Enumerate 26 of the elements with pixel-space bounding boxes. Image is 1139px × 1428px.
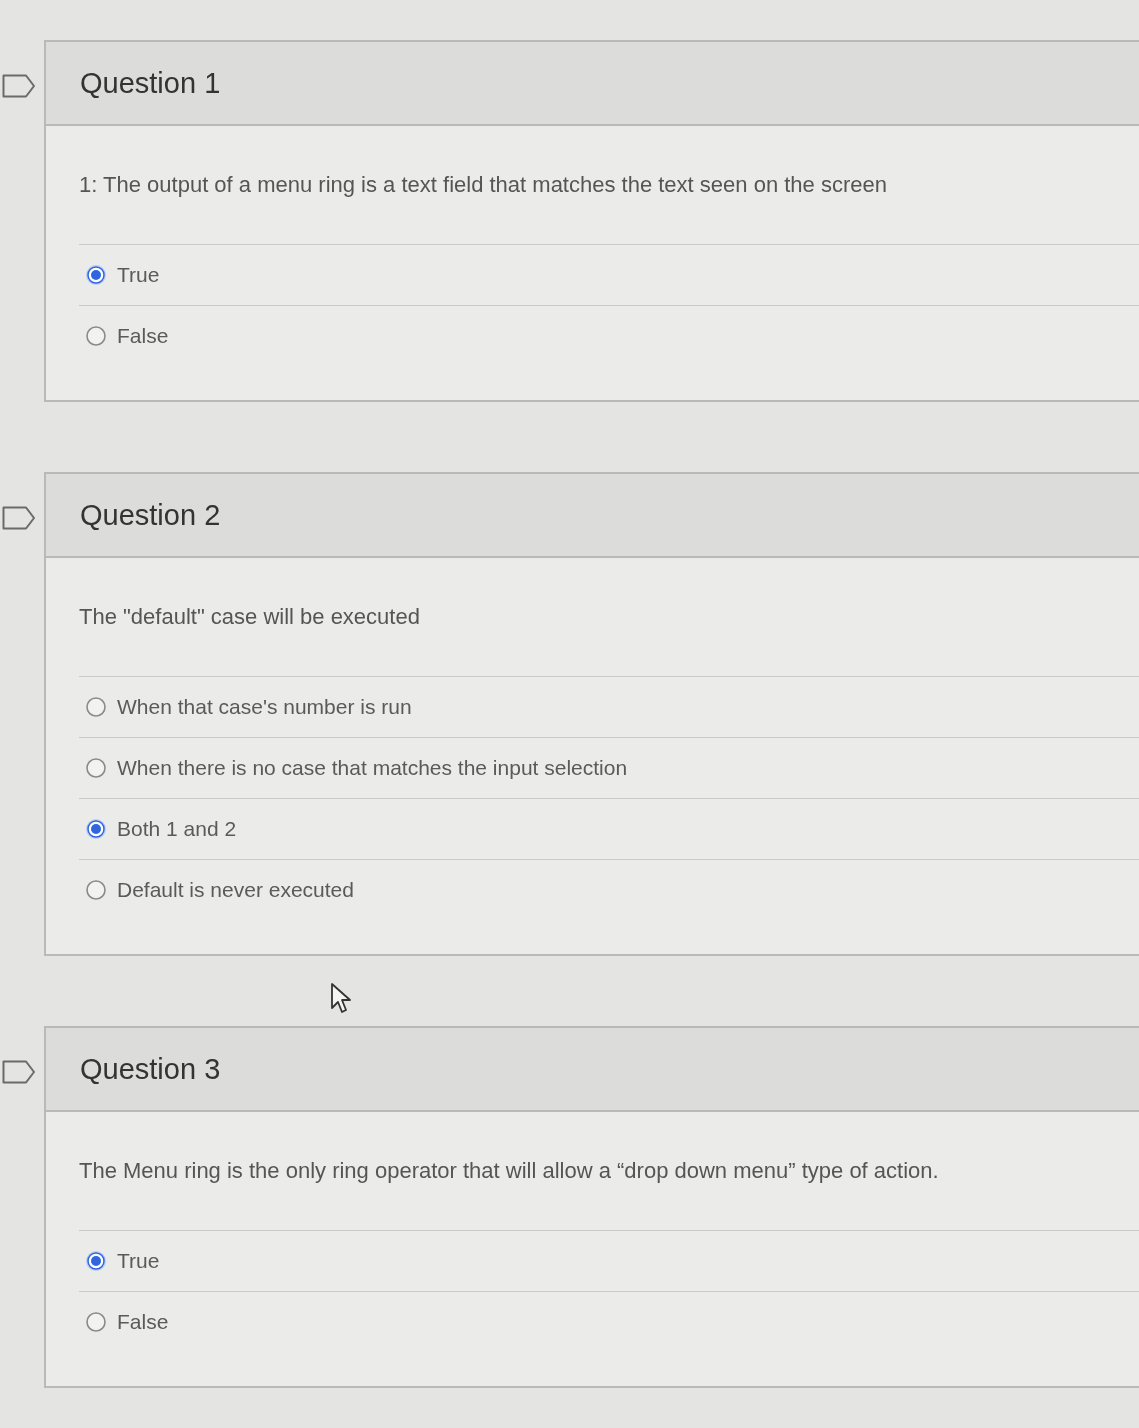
flag-icon[interactable] (2, 74, 36, 98)
radio-button[interactable] (85, 1311, 107, 1333)
option-label[interactable]: True (117, 1249, 160, 1273)
option-label[interactable]: False (117, 324, 169, 348)
option-label[interactable]: When there is no case that matches the input selection (117, 756, 628, 780)
radio-button[interactable] (85, 264, 107, 286)
radio-button[interactable] (85, 818, 107, 840)
question-title: Question 2 (80, 498, 221, 532)
question-text: The Menu ring is the only ring operator that will allow a “drop down menu” type of action. (79, 1157, 940, 1185)
option-label[interactable]: Both 1 and 2 (117, 817, 237, 841)
option-label[interactable]: When that case's number is run (117, 695, 412, 719)
question-text: 1: The output of a menu ring is a text field that matches the text seen on the screen (79, 171, 888, 199)
flag-icon[interactable] (2, 1060, 36, 1084)
radio-button[interactable] (85, 325, 107, 347)
question-title: Question 3 (80, 1052, 221, 1086)
radio-button[interactable] (85, 879, 107, 901)
option-label[interactable]: Default is never executed (117, 878, 354, 902)
radio-button[interactable] (85, 1250, 107, 1272)
radio-button[interactable] (85, 696, 107, 718)
question-text: The "default" case will be executed (79, 603, 421, 631)
mouse-pointer-icon (330, 982, 352, 1014)
flag-icon[interactable] (2, 506, 36, 530)
question-title: Question 1 (80, 66, 221, 100)
option-label[interactable]: True (117, 263, 160, 287)
option-label[interactable]: False (117, 1310, 169, 1334)
radio-button[interactable] (85, 757, 107, 779)
